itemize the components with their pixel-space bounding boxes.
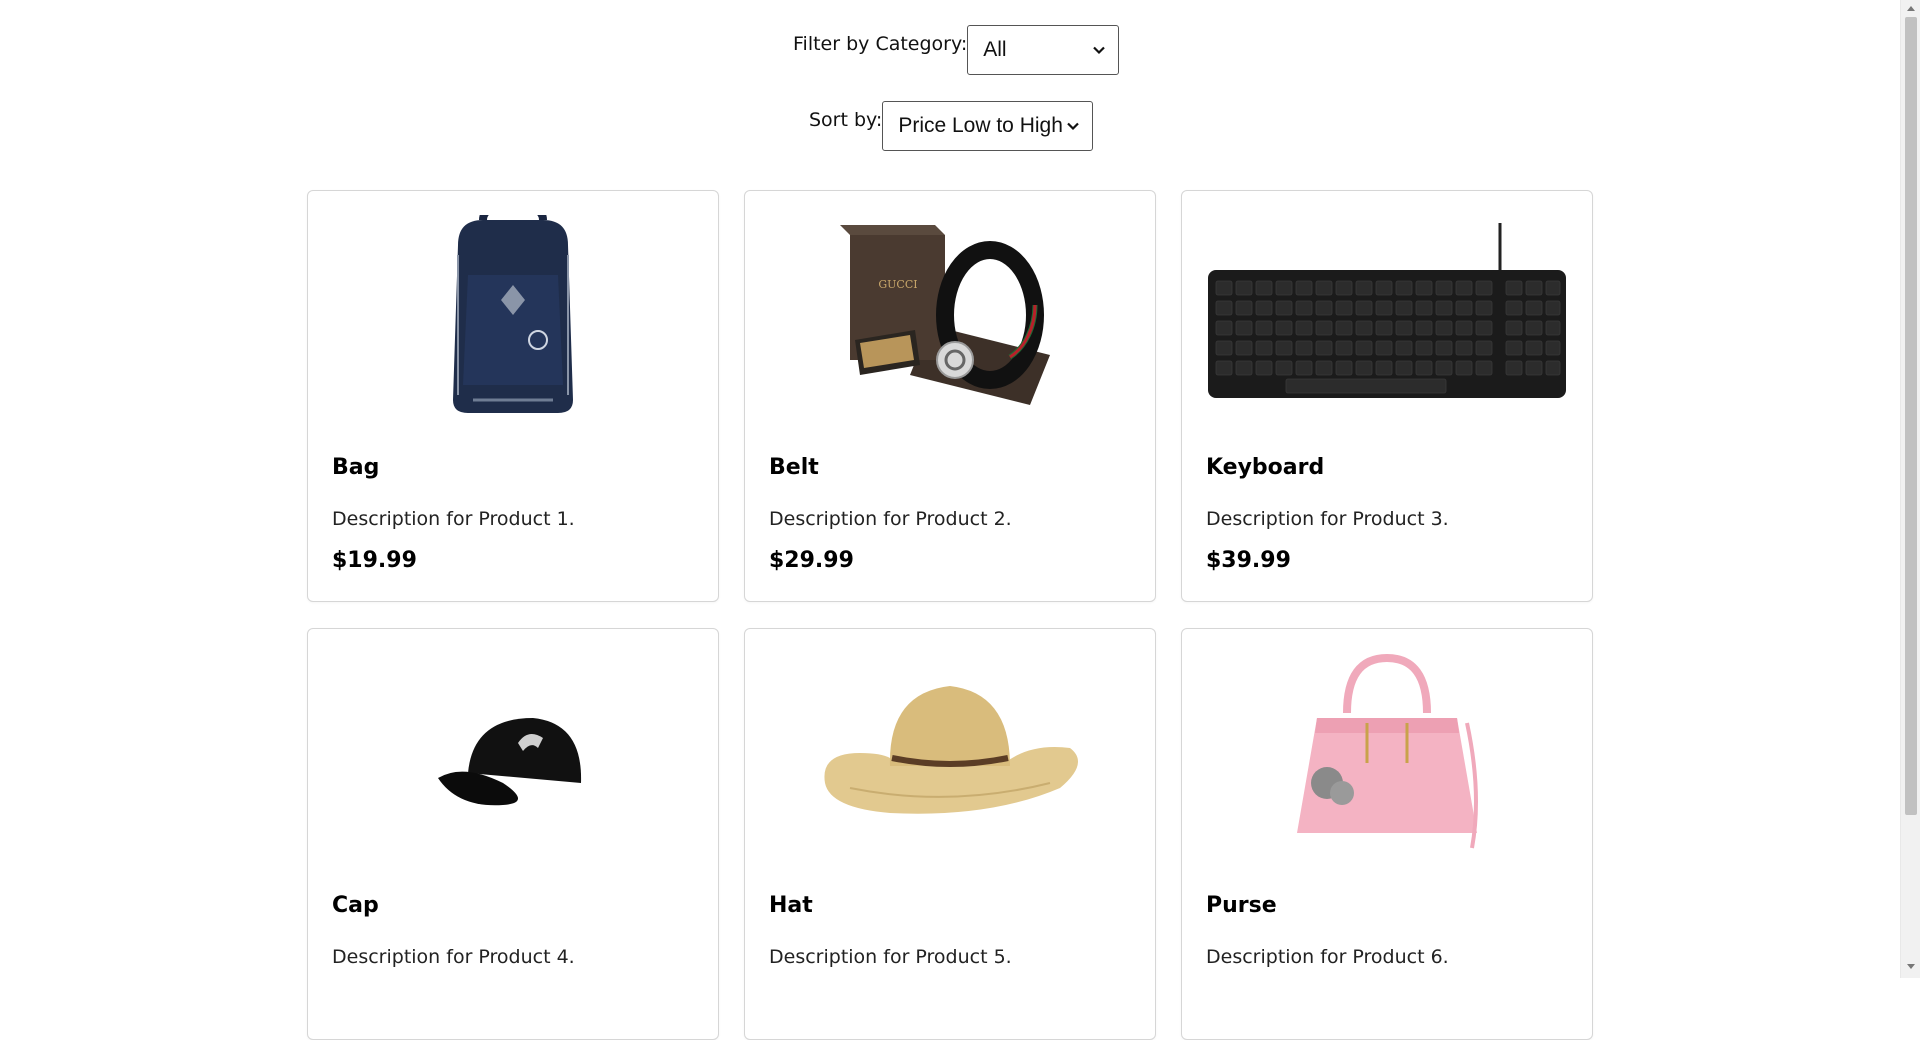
vertical-scrollbar[interactable] bbox=[1900, 0, 1920, 978]
product-name: Purse bbox=[1206, 893, 1277, 918]
keyboard-image bbox=[1208, 223, 1566, 398]
category-filter-label: Filter by Category: bbox=[793, 33, 968, 55]
straw-hat-image bbox=[824, 686, 1078, 814]
product-card[interactable]: Keyboard Description for Product 3. $39.… bbox=[1181, 190, 1593, 602]
product-description: Description for Product 2. bbox=[769, 508, 1012, 530]
product-name: Belt bbox=[769, 455, 819, 480]
product-card[interactable]: GUCCI Belt Description for Product 2. $2… bbox=[744, 190, 1156, 602]
product-name: Hat bbox=[769, 893, 813, 918]
product-card[interactable]: Cap Description for Product 4. bbox=[307, 628, 719, 1040]
cap-image bbox=[438, 718, 582, 806]
product-card[interactable]: Purse Description for Product 6. bbox=[1181, 628, 1593, 1040]
belt-image: GUCCI bbox=[840, 225, 1050, 405]
product-name: Keyboard bbox=[1206, 455, 1325, 480]
product-price: $39.99 bbox=[1206, 548, 1291, 573]
scroll-up-arrow-icon[interactable] bbox=[1906, 4, 1916, 12]
product-name: Bag bbox=[332, 455, 380, 480]
product-card[interactable]: Hat Description for Product 5. bbox=[744, 628, 1156, 1040]
product-card[interactable]: Bag Description for Product 1. $19.99 bbox=[307, 190, 719, 602]
product-price: $19.99 bbox=[332, 548, 417, 573]
category-select-value: All bbox=[983, 38, 1007, 61]
product-description: Description for Product 3. bbox=[1206, 508, 1449, 530]
product-name: Cap bbox=[332, 893, 379, 918]
chevron-down-icon bbox=[1093, 46, 1106, 55]
handbag-image bbox=[1297, 653, 1478, 849]
category-select[interactable]: All bbox=[967, 25, 1120, 75]
category-filter-row: Filter by Category: All bbox=[793, 25, 1120, 75]
sort-row: Sort by: Price Low to High bbox=[809, 101, 1094, 151]
scrollbar-thumb[interactable] bbox=[1905, 17, 1917, 815]
product-description: Description for Product 6. bbox=[1206, 946, 1449, 968]
sort-select[interactable]: Price Low to High bbox=[882, 101, 1094, 151]
product-description: Description for Product 1. bbox=[332, 508, 575, 530]
backpack-image bbox=[453, 215, 573, 413]
chevron-down-icon bbox=[1067, 122, 1080, 131]
product-price: $29.99 bbox=[769, 548, 854, 573]
sort-select-value: Price Low to High bbox=[898, 114, 1063, 137]
sort-label: Sort by: bbox=[809, 109, 883, 131]
product-description: Description for Product 5. bbox=[769, 946, 1012, 968]
product-description: Description for Product 4. bbox=[332, 946, 575, 968]
scroll-down-arrow-icon[interactable] bbox=[1906, 963, 1916, 971]
svg-text:GUCCI: GUCCI bbox=[878, 278, 917, 291]
